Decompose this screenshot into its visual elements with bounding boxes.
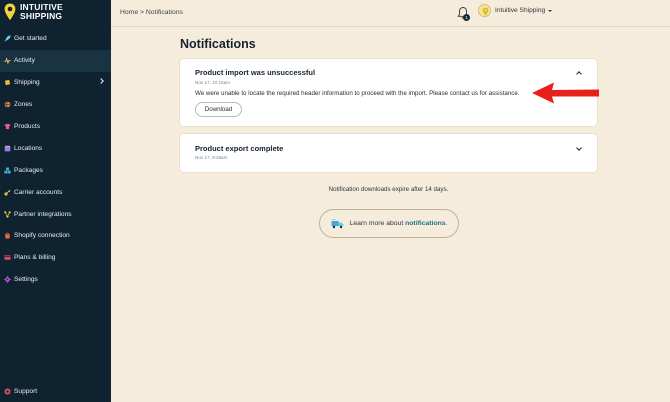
rocket-icon bbox=[4, 35, 11, 42]
sidebar: INTUITIVE SHIPPING Get started Activity … bbox=[0, 0, 111, 402]
support-label: Support bbox=[14, 387, 38, 395]
chevron-up-icon[interactable] bbox=[576, 71, 582, 77]
notification-title: Product import was unsuccessful bbox=[195, 68, 316, 77]
chevron-down-icon[interactable] bbox=[576, 145, 582, 151]
store-icon bbox=[4, 145, 11, 152]
sidebar-item-carrier-accounts[interactable]: Carrier accounts bbox=[0, 181, 111, 203]
location-pin-icon bbox=[4, 3, 16, 21]
download-button[interactable]: Download bbox=[195, 102, 242, 117]
shopify-icon bbox=[5, 233, 10, 239]
sidebar-item-label: Settings bbox=[14, 276, 38, 284]
breadcrumb[interactable]: Home > Notifications bbox=[120, 9, 183, 16]
boxes-icon bbox=[4, 167, 11, 174]
account-name: Intuitive Shipping bbox=[495, 7, 546, 14]
sidebar-item-get-started[interactable]: Get started bbox=[0, 28, 111, 50]
expire-note: Notification downloads expire after 14 d… bbox=[328, 186, 449, 193]
sidebar-item-shipping[interactable]: Shipping bbox=[0, 72, 111, 94]
sidebar-item-activity[interactable]: Activity bbox=[0, 49, 111, 72]
network-icon bbox=[4, 210, 11, 218]
sidebar-item-label: Shopify connection bbox=[14, 232, 70, 240]
sidebar-item-label: Packages bbox=[14, 166, 43, 174]
shipping-truck-icon bbox=[331, 218, 344, 228]
shipping-icon bbox=[4, 80, 11, 86]
sidebar-item-label: Locations bbox=[14, 144, 43, 152]
sidebar-item-shopify-connection[interactable]: Shopify connection bbox=[0, 225, 111, 247]
top-bar: Home > Notifications bbox=[111, 0, 670, 27]
sidebar-item-locations[interactable]: Locations bbox=[0, 137, 111, 159]
sidebar-item-plans-billing[interactable]: Plans & billing bbox=[0, 247, 111, 269]
sidebar-item-label: Get started bbox=[14, 35, 47, 43]
sidebar-item-label: Carrier accounts bbox=[14, 188, 63, 196]
notification-card-export[interactable]: Product export complete Nov 17, 9:49am bbox=[180, 134, 597, 172]
caret-down-icon bbox=[548, 9, 553, 12]
logo-text: INTUITIVE SHIPPING bbox=[20, 3, 63, 21]
sidebar-item-zones[interactable]: Zones bbox=[0, 94, 111, 116]
notification-timestamp: Nov 17, 9:49am bbox=[195, 155, 228, 160]
sidebar-item-settings[interactable]: Settings bbox=[0, 269, 111, 291]
sidebar-nav: Get started Activity Shipping Zones Prod… bbox=[0, 28, 111, 291]
sidebar-item-label: Shipping bbox=[14, 79, 40, 87]
sidebar-item-label: Zones bbox=[14, 101, 33, 109]
sidebar-item-label: Activity bbox=[14, 57, 35, 65]
notification-timestamp: Nov 17, 10:15am bbox=[195, 80, 230, 85]
sidebar-item-label: Plans & billing bbox=[14, 254, 56, 262]
notification-title: Product export complete bbox=[195, 144, 284, 153]
learn-more-prefix: Learn more about bbox=[349, 220, 406, 227]
activity-icon bbox=[4, 57, 11, 65]
logo-line-2: SHIPPING bbox=[20, 11, 63, 21]
location-pin-icon bbox=[482, 7, 489, 16]
page-title: Notifications bbox=[180, 37, 256, 51]
help-icon bbox=[4, 388, 11, 394]
learn-more-button[interactable]: Learn more about notifications. bbox=[319, 209, 459, 238]
sidebar-item-support[interactable]: Support bbox=[0, 380, 111, 402]
red-arrow-icon bbox=[532, 82, 599, 104]
account-menu[interactable]: Intuitive Shipping bbox=[478, 4, 553, 17]
learn-more-suffix: . bbox=[445, 220, 448, 227]
account-avatar bbox=[478, 4, 491, 17]
globe-icon bbox=[4, 101, 11, 108]
card-icon bbox=[4, 255, 11, 261]
notification-message: We were unable to locate the required he… bbox=[195, 90, 520, 97]
notifications-link[interactable]: notifications bbox=[405, 220, 445, 227]
sidebar-item-packages[interactable]: Packages bbox=[0, 159, 111, 181]
tshirt-icon bbox=[4, 123, 11, 130]
key-icon bbox=[4, 189, 11, 196]
gear-icon bbox=[4, 276, 11, 283]
sidebar-item-label: Partner integrations bbox=[14, 210, 72, 218]
notification-badge: 1 bbox=[463, 14, 470, 21]
logo[interactable]: INTUITIVE SHIPPING bbox=[4, 3, 63, 21]
sidebar-item-label: Products bbox=[14, 123, 41, 130]
sidebar-item-products[interactable]: Products bbox=[0, 116, 111, 138]
sidebar-item-partner-integrations[interactable]: Partner integrations bbox=[0, 203, 111, 225]
chevron-right-icon bbox=[98, 77, 104, 84]
